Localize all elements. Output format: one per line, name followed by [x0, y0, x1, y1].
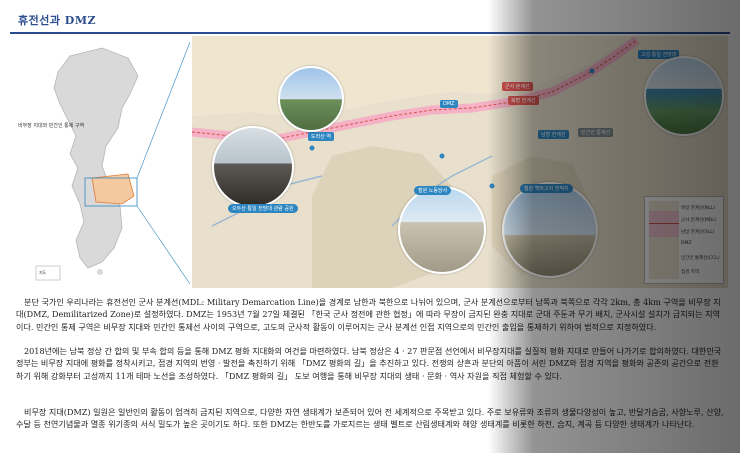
section-title: 휴전선과 DMZ	[18, 14, 97, 27]
legend-row-border: 접경 지역	[681, 270, 699, 275]
paragraph-3: 비무장 지대(DMZ) 일원은 일반인의 활동이 엄격히 금지된 지역으로, 다…	[16, 407, 724, 430]
train-station-photo	[278, 66, 344, 132]
legend-row-ccl: 민간인 통제선(CCL)	[681, 256, 720, 261]
legend-row-sll: 남방 한계선(SLL)	[681, 230, 715, 235]
labor-party-caption: 철원 노동당사	[414, 186, 452, 195]
inset-map: 비무장 지대와 민간인 통제 구역 지도	[10, 36, 191, 288]
callout-dorasan: 도라산 역	[308, 132, 334, 141]
callout-ccl: 민간인 통제선	[578, 128, 614, 137]
legend-row-mdl: 군사 분계선(MDL)	[681, 218, 717, 223]
goseong-coast-photo	[644, 56, 724, 136]
inset-region-label: 비무장 지대와 민간인 통제 구역	[18, 123, 85, 129]
baekmagoji-caption: 철원 백마고지 전적지	[520, 184, 573, 193]
observatory-caption: 오두산 통일 전망대 관람 공원	[228, 204, 298, 213]
paragraph-3-block: 비무장 지대(DMZ) 일원은 일반인의 활동이 엄격히 금지된 지역으로, 다…	[16, 406, 726, 431]
peninsula-map	[35, 41, 191, 285]
callout-mdl: 군사 분계선	[502, 82, 533, 91]
legend-row-dmz: DMZ	[681, 241, 692, 246]
inset-legend-label: 지도	[39, 270, 47, 275]
section-header: 휴전선과 DMZ	[10, 6, 730, 34]
dmz-map: 고성 통일 전망대 군사 분계선 북방 한계선 DMZ 남방 한계선 민간인 통…	[192, 36, 728, 288]
title-underline	[10, 32, 730, 34]
callout-sll: 남방 한계선	[538, 130, 569, 139]
callout-dmz: DMZ	[440, 100, 458, 108]
dmz-legend: 북방 한계선(NLL) 군사 분계선(MDL) 남방 한계선(SLL) DMZ …	[644, 196, 724, 284]
observatory-photo	[212, 126, 294, 208]
legend-row-nll: 북방 한계선(NLL)	[681, 206, 716, 211]
baekmagoji-photo	[502, 182, 598, 278]
paragraph-2-block: 2018년에는 남북 정상 간 합의 및 부속 합의 등을 통해 DMZ 평화 …	[16, 345, 726, 382]
paragraph-2: 2018년에는 남북 정상 간 합의 및 부속 합의 등을 통해 DMZ 평화 …	[16, 346, 722, 381]
labor-party-photo	[398, 186, 486, 274]
paragraph-1-block: 분단 국가인 우리나라는 휴전선인 군사 분계선(MDL: Military D…	[16, 296, 726, 333]
callout-nll: 북방 한계선	[508, 96, 539, 105]
paragraph-1: 분단 국가인 우리나라는 휴전선인 군사 분계선(MDL: Military D…	[16, 297, 721, 332]
dmz-figure: 비무장 지대와 민간인 통제 구역 지도 고성 통일 전망대 군사 분계선 북방…	[10, 36, 730, 288]
